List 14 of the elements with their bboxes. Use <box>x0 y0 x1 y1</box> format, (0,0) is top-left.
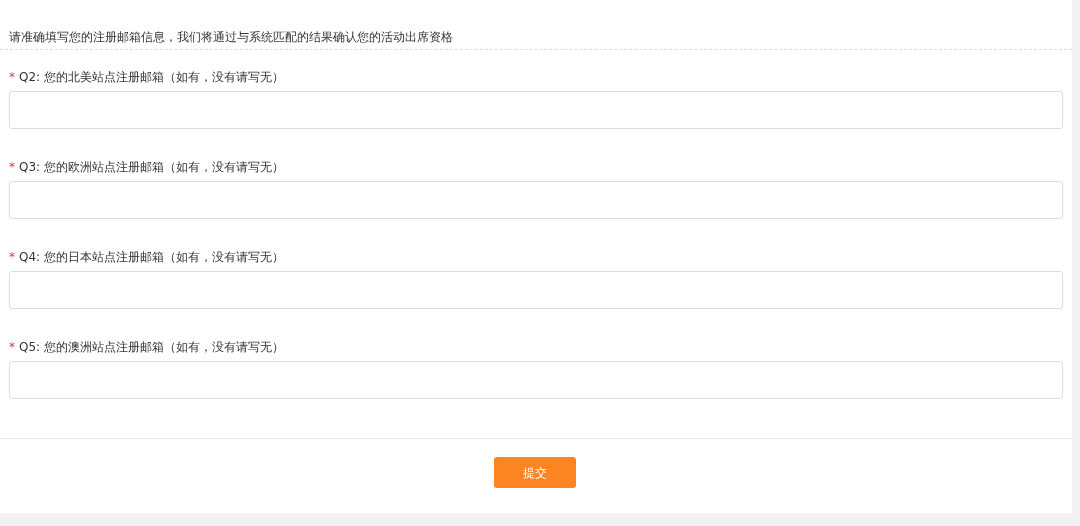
required-asterisk: * <box>9 160 15 174</box>
question-label: Q5: 您的澳洲站点注册邮箱（如有，没有请写无） <box>19 340 284 354</box>
email-input-field[interactable] <box>9 361 1063 399</box>
required-asterisk: * <box>9 70 15 84</box>
required-asterisk: * <box>9 250 15 264</box>
required-asterisk: * <box>9 340 15 354</box>
form-instructions: 请准确填写您的注册邮箱信息，我们将通过与系统匹配的结果确认您的活动出席资格 <box>9 30 453 44</box>
email-input-field[interactable] <box>9 91 1063 129</box>
question-label: Q3: 您的欧洲站点注册邮箱（如有，没有请写无） <box>19 160 284 174</box>
question-label: Q2: 您的北美站点注册邮箱（如有，没有请写无） <box>19 70 284 84</box>
email-input-field[interactable] <box>9 271 1063 309</box>
question-label: Q4: 您的日本站点注册邮箱（如有，没有请写无） <box>19 250 284 264</box>
email-input-field[interactable] <box>9 181 1063 219</box>
submit-button[interactable]: 提交 <box>493 457 576 488</box>
